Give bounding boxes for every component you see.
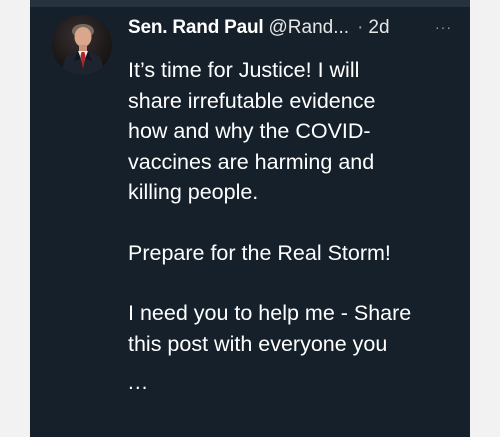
- tweet-card[interactable]: Sen. Rand Paul @Rand... · 2d ··· It’s time …: [30, 0, 470, 437]
- paragraph: Prepare for the Real Storm!: [128, 238, 453, 269]
- display-name[interactable]: Sen. Rand Paul: [128, 17, 264, 38]
- timestamp[interactable]: 2d: [368, 17, 389, 38]
- text-line: how and why the COVID-: [128, 119, 371, 143]
- separator-dot: ·: [357, 17, 364, 38]
- text-line: this post with everyone you: [128, 331, 388, 356]
- avatar-portrait-icon: [60, 24, 106, 75]
- paragraph: It’s time for Justice! I will share irre…: [128, 55, 453, 208]
- text-line: Prepare for the Real Storm!: [128, 240, 391, 265]
- tweet-text: It’s time for Justice! I will share irre…: [128, 55, 453, 399]
- truncation-ellipsis[interactable]: ...: [128, 371, 149, 394]
- tweet-header: Sen. Rand Paul @Rand... · 2d ···: [128, 17, 464, 43]
- paragraph: ...: [128, 367, 453, 399]
- user-handle[interactable]: @Rand...: [269, 17, 350, 38]
- text-line: It’s time for Justice! I will: [128, 58, 360, 82]
- text-line: killing people.: [128, 180, 259, 204]
- divider: [30, 0, 470, 7]
- text-line: share irrefutable evidence: [128, 88, 376, 113]
- text-line: vaccines are harming and: [128, 149, 375, 174]
- more-options-icon[interactable]: ···: [435, 19, 452, 35]
- avatar[interactable]: [52, 15, 112, 75]
- text-line: I need you to help me - Share: [128, 301, 412, 325]
- paragraph: I need you to help me - Share this post …: [128, 298, 453, 359]
